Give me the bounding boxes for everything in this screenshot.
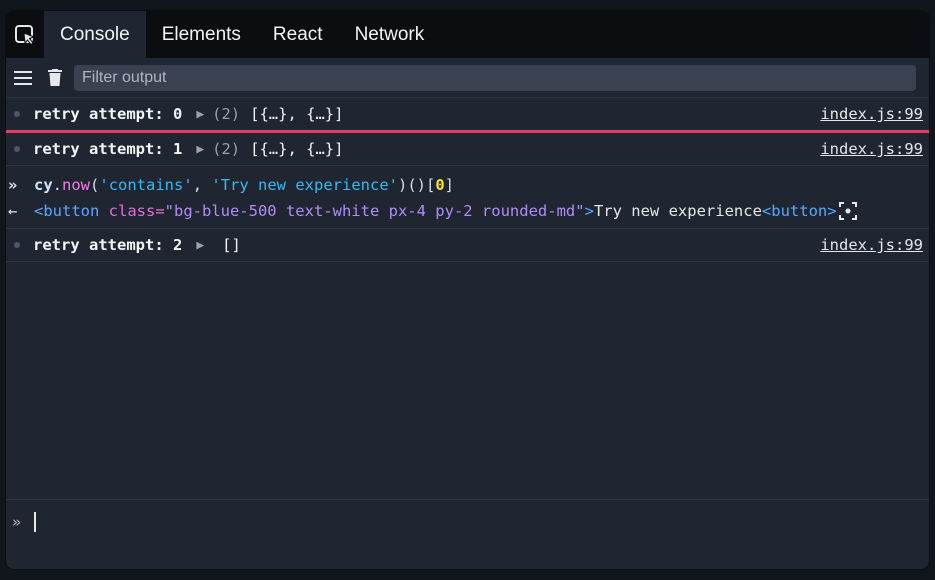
menu-icon[interactable] [8,63,38,93]
command-object: cy [34,176,53,194]
source-link[interactable]: index.js:99 [820,140,923,158]
command-call: )()[ [398,176,436,194]
list-item: retry attempt: 0 ▶ (2) [{…}, {…}] index.… [6,98,929,133]
tab-network[interactable]: Network [339,11,441,58]
input-prompt: » [12,513,22,531]
command-arg: 'Try new experience' [211,176,398,194]
log-bullet-icon [14,146,20,152]
log-bullet-icon [14,111,20,117]
html-tag: <button [34,202,100,220]
command-arg: 'contains' [99,176,193,194]
text-caret [34,512,36,532]
html-text: Try new experience [593,202,762,220]
source-link[interactable]: index.js:99 [820,105,923,123]
tab-elements[interactable]: Elements [146,11,257,58]
html-tag: > [584,202,594,220]
log-message: retry attempt: 1 [33,140,183,158]
result-line: ← <button class= "bg-blue-500 text-white p… [6,198,929,224]
html-attr: class= [99,202,165,220]
trash-icon[interactable] [40,63,70,93]
array-preview[interactable]: [{…}, {…}] [250,140,343,158]
filter-input[interactable]: Filter output [74,64,916,91]
source-link[interactable]: index.js:99 [820,236,923,254]
console-log: retry attempt: 0 ▶ (2) [{…}, {…}] index.… [6,98,929,262]
command-function: now [62,176,91,194]
list-item: retry attempt: 2 ▶ [] index.js:99 [6,229,929,262]
element-picker-icon[interactable] [6,11,44,58]
console-input[interactable]: » [6,499,929,544]
log-message: retry attempt: 0 [33,105,183,123]
log-message: retry attempt: 2 [33,236,183,254]
command-line: » cy. now('contains', 'Try new experience'… [6,172,929,198]
command-prompt: » [8,176,18,194]
expand-triangle-icon[interactable]: ▶ [196,238,204,253]
command-bracket: ] [444,176,455,194]
command-paren: ( [90,176,100,194]
inspect-element-icon[interactable] [838,202,857,220]
list-item: retry attempt: 1 ▶ (2) [{…}, {…}] index.… [6,133,929,166]
command-entry: » cy. now('contains', 'Try new experience'… [6,166,929,229]
return-arrow-icon: ← [8,202,18,220]
html-attr-value: "bg-blue-500 text-white px-4 py-2 rounde… [164,202,585,220]
console-toolbar: Filter output [6,58,929,98]
html-tag: <button> [761,202,837,220]
array-count: (2) [212,105,241,123]
command-index: 0 [435,176,445,194]
command-dot: . [52,176,63,194]
expand-triangle-icon[interactable]: ▶ [196,107,204,122]
tab-console[interactable]: Console [44,11,146,58]
tab-react[interactable]: React [257,11,339,58]
array-preview[interactable]: [] [222,236,241,254]
array-preview[interactable]: [{…}, {…}] [250,105,343,123]
tab-bar: Console Elements React Network [6,11,929,58]
expand-triangle-icon[interactable]: ▶ [196,142,204,157]
command-comma: , [192,176,212,194]
array-count: (2) [212,140,241,158]
log-bullet-icon [14,242,20,248]
devtools-panel: Console Elements React Network Filter ou… [6,11,929,569]
